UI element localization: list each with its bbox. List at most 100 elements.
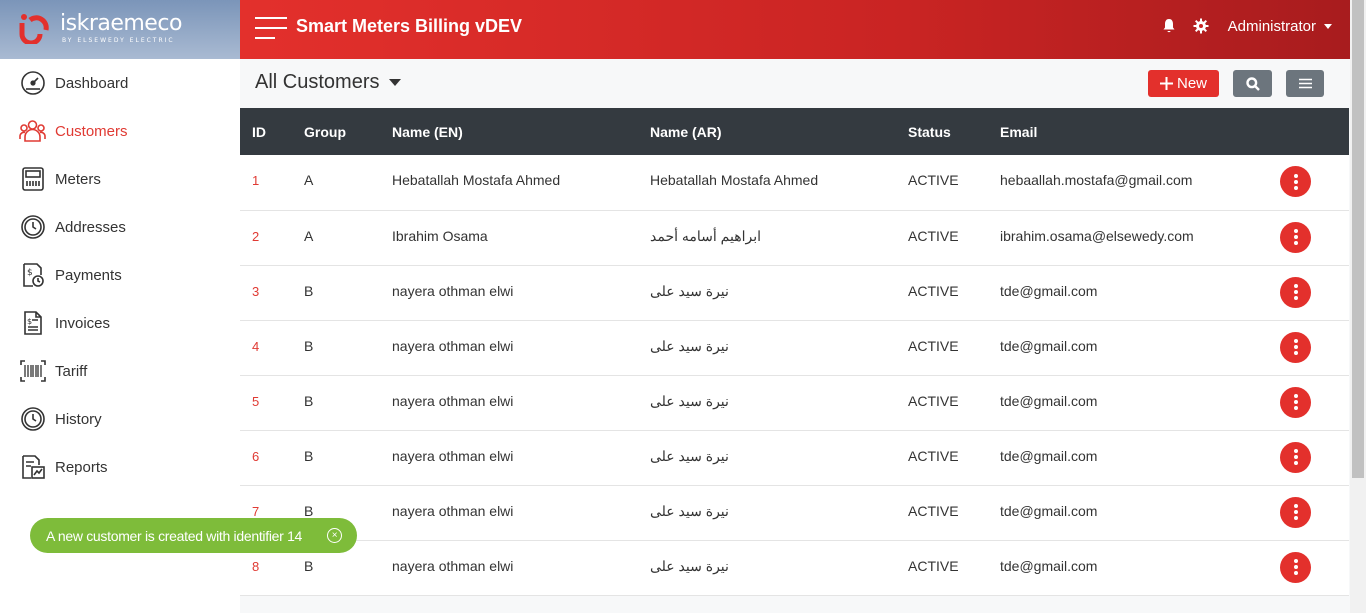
row-actions-button[interactable] [1280,166,1311,197]
sidebar-item-label: Tariff [55,362,88,380]
hamburger-menu-icon[interactable] [255,17,287,39]
sidebar-item-invoices[interactable]: $ Invoices [0,299,240,347]
chevron-down-icon [1324,23,1332,29]
table-row[interactable]: 2 A Ibrahim Osama ابراهيم أسامه أحمد ACTIVE i… [240,210,1349,265]
customer-id-link[interactable]: 7 [252,503,259,519]
page-scrollbar[interactable] [1350,0,1366,613]
top-bar: Smart Meters Billing vDEV Administrator [240,0,1350,59]
sidebar-item-addresses[interactable]: Addresses [0,203,240,251]
cell-email: ibrahim.osama@elsewedy.com [1000,227,1194,244]
brand-logo[interactable]: iskraemeco BY ELSEWEDY ELECTRIC [0,0,240,59]
table-row[interactable]: 1 A Hebatallah Mostafa Ahmed Hebatallah Mos… [240,155,1349,210]
sidebar-item-label: Customers [55,122,128,140]
app-title: Smart Meters Billing vDEV [296,16,523,36]
view-selector[interactable]: All Customers [255,71,402,94]
menu-lines-icon [1298,78,1312,89]
sidebar-item-dashboard[interactable]: Dashboard [0,59,240,107]
cell-name-en: nayera othman elwi [392,557,514,574]
row-actions-button[interactable] [1280,496,1311,528]
cell-group: B [304,337,314,354]
sidebar-item-history[interactable]: History [0,395,240,443]
customer-id-link[interactable]: 1 [252,172,259,188]
column-header-status[interactable]: Status [908,108,1000,155]
customer-id-link[interactable]: 6 [252,448,259,464]
sidebar-item-label: History [55,410,102,428]
sidebar-item-payments[interactable]: $ Payments [0,251,240,299]
column-header-email[interactable]: Email [1000,108,1280,155]
cell-name-ar: نيرة سيد على [650,337,729,354]
cell-actions [1280,320,1349,375]
toast-message: A new customer is created with identifie… [46,527,303,544]
sidebar-item-meters[interactable]: Meters [0,155,240,203]
cell-id: 5 [240,375,304,430]
payment-doc-icon: $ [19,262,46,289]
success-toast: A new customer is created with identifie… [30,518,357,553]
row-actions-button[interactable] [1280,276,1311,308]
column-header-actions [1280,108,1349,155]
row-actions-button[interactable] [1280,331,1311,363]
column-header-id[interactable]: ID [240,108,304,155]
cell-email: tde@gmail.com [1000,557,1098,574]
row-actions-button[interactable] [1280,221,1311,253]
table-row[interactable]: 4 Bnayera othman elwi نيرة سيد على ACTIVE td… [240,320,1349,375]
cell-group: A [304,227,314,244]
gear-icon[interactable] [1192,17,1210,35]
user-menu[interactable]: Administrator [1228,18,1332,35]
dashboard-gauge-icon [19,70,46,97]
iskraemeco-logo-icon [19,14,49,44]
sidebar-item-tariff[interactable]: Tariff [0,347,240,395]
search-icon [1245,76,1260,91]
customers-group-icon [19,118,46,145]
table-row[interactable]: 5 Bnayera othman elwi نيرة سيد على ACTIVE td… [240,375,1349,430]
cell-actions [1280,375,1349,430]
cell-status: ACTIVE [908,392,959,409]
table-row[interactable]: 3 Bnayera othman elwi نيرة سيد على ACTIVE td… [240,265,1349,320]
vertical-dots-icon [1293,447,1298,467]
column-header-name-ar[interactable]: Name (AR) [650,108,908,155]
vertical-dots-icon [1293,172,1298,192]
row-actions-button[interactable] [1280,386,1311,418]
cell-name-en: nayera othman elwi [392,502,514,519]
close-icon[interactable]: × [327,528,342,543]
cell-email: tde@gmail.com [1000,337,1098,354]
column-header-group[interactable]: Group [304,108,392,155]
user-name: Administrator [1227,17,1316,35]
table-body: 1 A Hebatallah Mostafa Ahmed Hebatallah Mos… [240,155,1349,595]
sidebar-item-customers[interactable]: Customers [0,107,240,155]
top-bar-actions: Administrator [1160,17,1332,35]
cell-actions [1280,265,1349,320]
column-header-name-en[interactable]: Name (EN) [392,108,650,155]
cell-email: tde@gmail.com [1000,502,1098,519]
page-title: All Customers [255,71,380,93]
list-options-button[interactable] [1286,70,1324,97]
cell-status: ACTIVE [908,502,959,519]
row-actions-button[interactable] [1280,441,1311,473]
table-row[interactable]: 6 Bnayera othman elwi نيرة سيد على ACTIVE td… [240,430,1349,485]
cell-name-ar: نيرة سيد على [650,502,729,519]
sidebar-item-label: Invoices [55,314,111,332]
table-row[interactable]: 7 Bnayera othman elwi نيرة سيد على ACTIVE td… [240,485,1349,540]
cell-name-en: nayera othman elwi [392,447,514,464]
new-customer-button[interactable]: New [1148,70,1219,97]
row-actions-button[interactable] [1280,551,1311,583]
scrollbar-thumb[interactable] [1352,0,1364,478]
customer-id-link[interactable]: 2 [252,228,259,244]
search-button[interactable] [1233,70,1272,97]
cell-email: hebaallah.mostafa@gmail.com [1000,172,1193,188]
customer-id-link[interactable]: 8 [252,558,259,574]
cell-status: ACTIVE [908,557,959,574]
customer-id-link[interactable]: 5 [252,393,259,409]
customer-id-link[interactable]: 3 [252,283,259,299]
table-row[interactable]: 8 Bnayera othman elwi نيرة سيد على ACTIVE td… [240,540,1349,595]
customer-id-link[interactable]: 4 [252,338,259,354]
cell-status: ACTIVE [908,447,959,464]
cell-email: tde@gmail.com [1000,392,1098,409]
cell-actions [1280,155,1349,210]
cell-id: 4 [240,320,304,375]
sidebar-item-reports[interactable]: Reports [0,443,240,491]
cell-name-en: nayera othman elwi [392,337,514,354]
cell-status: ACTIVE [908,282,959,299]
new-button-label: New [1176,75,1207,92]
brand-name: iskraemeco [60,11,182,36]
bell-icon[interactable] [1160,17,1178,35]
